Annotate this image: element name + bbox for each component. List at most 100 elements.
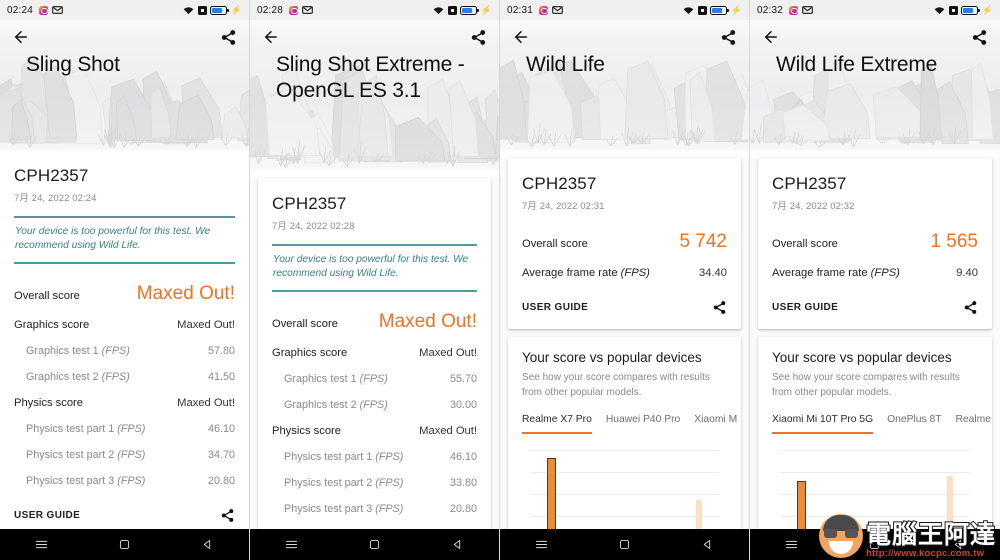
score-row-value: Maxed Out! (177, 318, 235, 331)
score-row-label: Overall score (522, 238, 588, 250)
instagram-icon (789, 5, 799, 15)
hero-header: Sling Shot Extreme - OpenGL ES 3.1 (250, 20, 499, 170)
back-icon[interactable] (445, 537, 471, 553)
user-guide-button[interactable]: USER GUIDE (772, 302, 838, 313)
score-row-value: 55.70 (449, 372, 477, 385)
wifi-icon (183, 6, 194, 15)
android-nav-bar (250, 529, 499, 560)
compare-tabs[interactable]: Xiaomi Mi 10T Pro 5G OnePlus 8T Realme (772, 414, 991, 434)
note-text: Your device is too powerful for this tes… (15, 225, 211, 252)
score-row-label: Physics test part 3 (FPS) (26, 474, 146, 487)
score-row-value: Maxed Out! (419, 424, 477, 437)
back-icon[interactable] (695, 537, 721, 553)
phone-screen: 02:24 ⚡ Sling Shot CPH2357 7月 24, 2022 02:24… (0, 0, 250, 560)
score-row: Overall score 1 565 (772, 224, 978, 260)
share-icon[interactable] (470, 29, 487, 46)
status-time: 02:31 (507, 4, 534, 16)
score-row-value: 9.40 (956, 267, 978, 279)
score-row-label: Graphics test 2 (FPS) (284, 398, 388, 411)
device-name: CPH2357 (772, 174, 847, 193)
battery-icon (210, 5, 229, 15)
result-card: CPH2357 7月 24, 2022 02:31 Overall score 5 7… (508, 158, 741, 329)
screenshot-icon (697, 5, 707, 15)
home-icon[interactable] (862, 537, 888, 553)
status-time: 02:24 (7, 4, 34, 16)
back-icon[interactable] (945, 537, 971, 553)
instagram-icon (539, 5, 549, 15)
user-guide-button[interactable]: USER GUIDE (14, 510, 80, 521)
compare-card: Your score vs popular devices See how you… (758, 337, 992, 540)
charging-bolt-icon: ⚡ (480, 4, 492, 15)
share-icon[interactable] (971, 29, 988, 46)
score-row-value: 57.80 (207, 344, 235, 357)
share-icon[interactable] (720, 29, 737, 46)
score-row-value: 1 565 (930, 231, 978, 252)
score-row-value: 41.50 (207, 370, 235, 383)
charging-bolt-icon: ⚡ (730, 4, 742, 15)
back-arrow-icon[interactable] (762, 28, 780, 46)
result-card: CPH2357 7月 24, 2022 02:28 Your device is t… (258, 178, 491, 560)
menu-icon[interactable] (29, 537, 55, 553)
back-arrow-icon[interactable] (512, 28, 530, 46)
back-icon[interactable] (195, 537, 221, 553)
compare-tab[interactable]: OnePlus 8T (887, 414, 941, 434)
message-icon (802, 6, 813, 14)
compare-tab[interactable]: Realme (955, 414, 990, 434)
benchmark-title: Wild Life Extreme (776, 53, 938, 76)
hero-header: Wild Life Extreme (750, 20, 1000, 150)
back-arrow-icon[interactable] (12, 28, 30, 46)
device-name: CPH2357 (522, 174, 597, 193)
back-arrow-icon[interactable] (262, 28, 280, 46)
score-row: Physics test part 3 (FPS) 20.80 (14, 468, 235, 494)
score-list: Overall score 5 742 Average frame rate (FP… (522, 224, 727, 286)
compare-tab[interactable]: Xiaomi Mi 10T Pro 5G (772, 414, 874, 434)
score-row: Physics test part 1 (FPS) 46.10 (272, 444, 477, 470)
home-icon[interactable] (112, 537, 138, 553)
status-time: 02:32 (757, 4, 784, 16)
share-result-icon[interactable] (220, 508, 235, 523)
menu-icon[interactable] (779, 537, 805, 553)
score-row-value: Maxed Out! (378, 310, 477, 332)
score-row-value: 34.40 (699, 267, 727, 279)
menu-icon[interactable] (529, 537, 555, 553)
score-row-label: Average frame rate (FPS) (522, 267, 650, 279)
result-timestamp: 7月 24, 2022 02:24 (14, 193, 97, 204)
compare-subtitle: See how your score compares with results… (772, 372, 960, 398)
score-row: Graphics test 1 (FPS) 57.80 (14, 338, 235, 364)
android-nav-bar (750, 529, 1000, 560)
score-row: Physics test part 2 (FPS) 34.70 (14, 442, 235, 468)
compare-card: Your score vs popular devices See how you… (508, 337, 741, 540)
compare-tabs[interactable]: Realme X7 Pro Huawei P40 Pro Xiaomi M (522, 414, 737, 434)
score-row: Physics test part 1 (FPS) 46.10 (14, 416, 235, 442)
share-result-icon[interactable] (963, 300, 978, 315)
device-name: CPH2357 (272, 194, 347, 213)
result-body: CPH2357 7月 24, 2022 02:31 Overall score 5 7… (500, 158, 749, 540)
score-row: Overall score Maxed Out! (14, 276, 235, 312)
compare-tab[interactable]: Realme X7 Pro (522, 414, 592, 434)
menu-icon[interactable] (279, 537, 305, 553)
share-result-icon[interactable] (712, 300, 727, 315)
wifi-icon (683, 6, 694, 15)
result-body: CPH2357 7月 24, 2022 02:24 Your device is t… (0, 150, 249, 560)
score-row: Graphics test 1 (FPS) 55.70 (272, 366, 477, 392)
compare-chart (772, 450, 978, 540)
result-timestamp: 7月 24, 2022 02:31 (522, 201, 605, 212)
result-timestamp: 7月 24, 2022 02:28 (272, 221, 355, 232)
result-body: CPH2357 7月 24, 2022 02:32 Overall score 1 5… (750, 158, 1000, 540)
user-guide-row: USER GUIDE (772, 286, 978, 319)
result-card: CPH2357 7月 24, 2022 02:32 Overall score 1 5… (758, 158, 992, 329)
android-nav-bar (0, 529, 249, 560)
home-icon[interactable] (362, 537, 388, 553)
share-icon[interactable] (220, 29, 237, 46)
compare-tab[interactable]: Xiaomi M (694, 414, 737, 434)
android-nav-bar (500, 529, 749, 560)
home-icon[interactable] (612, 537, 638, 553)
score-row-label: Graphics test 1 (FPS) (26, 344, 130, 357)
score-row-label: Overall score (272, 317, 338, 330)
user-guide-button[interactable]: USER GUIDE (522, 302, 588, 313)
compare-tab[interactable]: Huawei P40 Pro (606, 414, 680, 434)
score-row-value: 20.80 (449, 502, 477, 515)
score-row: Graphics test 2 (FPS) 30.00 (272, 392, 477, 418)
compare-subtitle: See how your score compares with results… (522, 372, 710, 398)
score-row: Physics test part 3 (FPS) 20.80 (272, 496, 477, 522)
